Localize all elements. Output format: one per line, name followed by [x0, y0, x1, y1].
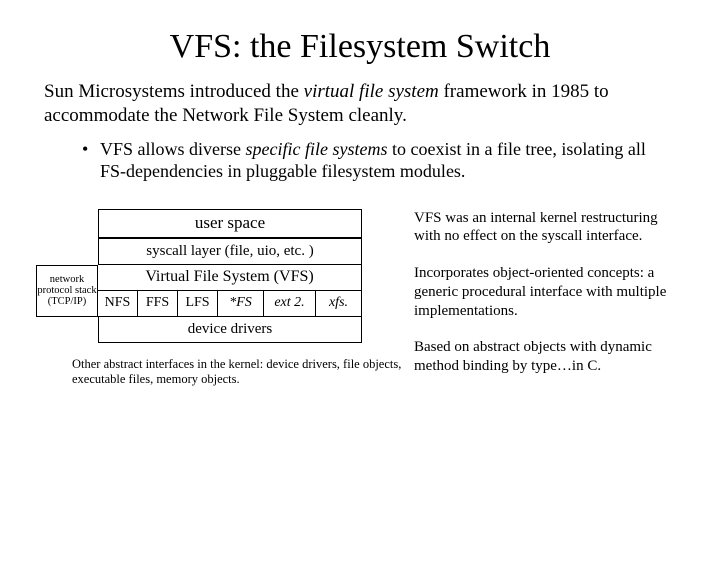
fs-row: NFS FFS LFS *FS ext 2. xfs.	[98, 291, 362, 317]
intro-pre: Sun Microsystems introduced the	[44, 81, 304, 102]
box-fs-lfs: LFS	[178, 291, 218, 317]
bullet-italic: specific file systems	[246, 139, 388, 159]
diagram-caption: Other abstract interfaces in the kernel:…	[72, 357, 402, 388]
intro-paragraph: Sun Microsystems introduced the virtual …	[44, 80, 676, 128]
box-network-stack: network protocol stack (TCP/IP)	[36, 265, 98, 317]
box-vfs: Virtual File System (VFS)	[98, 265, 362, 291]
bullet-item: VFS allows diverse specific file systems…	[100, 138, 660, 183]
lower-section: user space syscall layer (file, uio, etc…	[0, 209, 720, 394]
box-fs-xfs: xfs.	[316, 291, 362, 317]
bullet-pre: VFS allows diverse	[100, 139, 246, 159]
box-fs-ffs: FFS	[138, 291, 178, 317]
diagram-middle-row: network protocol stack (TCP/IP) Virtual …	[36, 265, 362, 317]
vfs-diagram: user space syscall layer (file, uio, etc…	[36, 209, 362, 343]
box-fs-ext2: ext 2.	[264, 291, 316, 317]
note-3: Based on abstract objects with dynamic m…	[414, 338, 680, 376]
note-2: Incorporates object-oriented concepts: a…	[414, 264, 680, 320]
box-syscall-layer: syscall layer (file, uio, etc. )	[98, 239, 362, 265]
box-fs-star: *FS	[218, 291, 264, 317]
slide-title: VFS: the Filesystem Switch	[0, 28, 720, 66]
box-user-space: user space	[98, 209, 362, 239]
diagram-column: user space syscall layer (file, uio, etc…	[0, 209, 396, 394]
box-device-drivers: device drivers	[98, 317, 362, 343]
notes-column: VFS was an internal kernel restructuring…	[396, 209, 720, 394]
vfs-column: Virtual File System (VFS) NFS FFS LFS *F…	[98, 265, 362, 317]
note-1: VFS was an internal kernel restructuring…	[414, 209, 680, 247]
box-fs-nfs: NFS	[98, 291, 138, 317]
intro-italic: virtual file system	[304, 81, 439, 102]
